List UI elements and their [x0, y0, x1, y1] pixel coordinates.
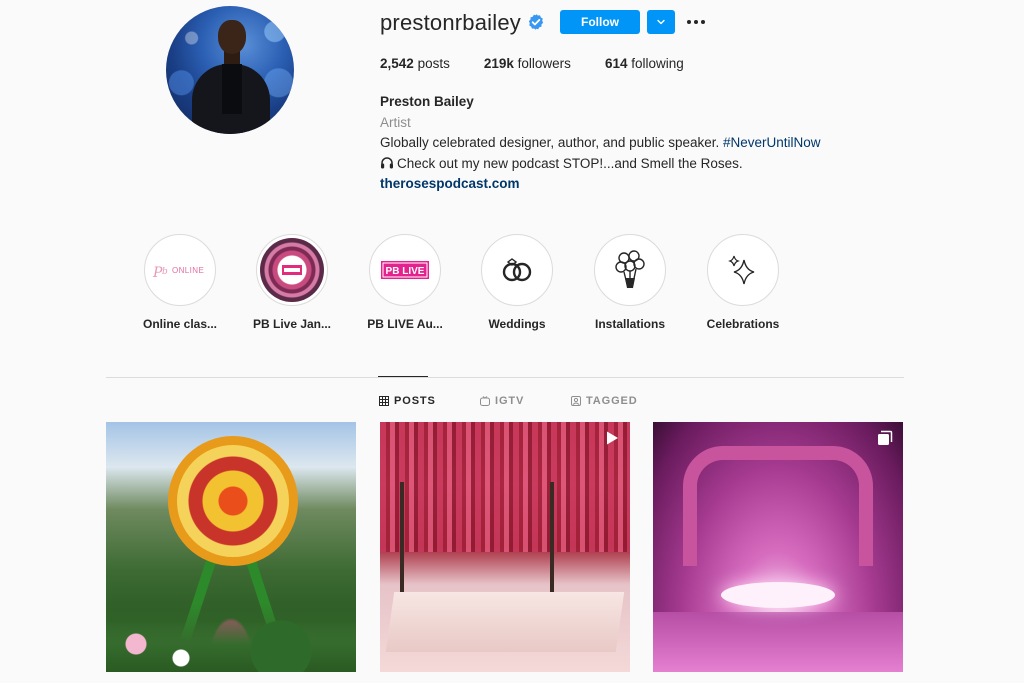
following-stat[interactable]: 614 following	[605, 56, 684, 71]
more-dot-icon	[701, 20, 705, 24]
followers-count: 219k	[483, 56, 514, 71]
igtv-icon	[480, 396, 490, 406]
followers-stat[interactable]: 219k followers	[484, 56, 571, 71]
tab-tagged[interactable]: TAGGED	[571, 395, 638, 407]
highlight-cover: P b ONLINE	[144, 234, 216, 306]
follow-button[interactable]: Follow	[560, 10, 640, 34]
grid-icon	[379, 396, 389, 406]
highlight-cover-inner	[711, 238, 775, 302]
profile-full-name: Preston Bailey	[380, 94, 474, 109]
dance-floor-stage	[721, 582, 835, 608]
highlight-celebrations[interactable]: Celebrations	[703, 234, 783, 331]
pb-live-logo-text: PB LIVE	[386, 266, 425, 277]
post-thumbnail[interactable]	[380, 422, 630, 672]
video-icon	[607, 431, 618, 445]
headphone-icon	[381, 156, 393, 168]
more-dot-icon	[687, 20, 691, 24]
posts-stat: 2,542 posts	[380, 56, 450, 71]
following-label: following	[631, 56, 684, 71]
carousel-icon	[878, 430, 893, 445]
active-tab-indicator	[378, 376, 428, 377]
sparkles-icon	[728, 255, 755, 285]
profile-avatar[interactable]	[166, 6, 294, 134]
profile-bio: Preston Bailey Artist Globally celebrate…	[380, 92, 821, 195]
avatar-person-head	[218, 20, 246, 54]
tab-label: POSTS	[394, 395, 436, 407]
flower-bouquet-icon	[615, 250, 645, 289]
posts-count: 2,542	[380, 56, 414, 71]
bio-hashtag-link[interactable]: #NeverUntilNow	[723, 135, 821, 150]
avatar-person-shirt	[222, 64, 242, 114]
online-classes-logo: P b ONLINE	[148, 238, 212, 302]
more-options-button[interactable]	[684, 12, 708, 32]
highlight-online-classes[interactable]: P b ONLINE Online clas...	[140, 234, 220, 331]
verified-badge-icon	[528, 14, 544, 30]
flower-wreath-image	[260, 238, 324, 302]
bio-line-1: Globally celebrated designer, author, an…	[380, 133, 821, 154]
highlight-label: PB Live Jan...	[252, 317, 332, 331]
online-classes-logo-art: P b ONLINE	[152, 265, 204, 281]
highlight-label: Celebrations	[706, 317, 780, 331]
online-logo-text: ONLINE	[172, 266, 204, 275]
highlight-label: Online clas...	[142, 317, 218, 331]
tab-label: TAGGED	[586, 395, 638, 407]
highlight-weddings[interactable]: Weddings	[477, 234, 557, 331]
svg-text:b: b	[162, 267, 168, 277]
dining-table	[385, 592, 625, 652]
highlight-label: Weddings	[488, 317, 546, 331]
bio-line-2: Check out my new podcast STOP!...and Sme…	[380, 154, 821, 175]
post-thumbnail[interactable]	[106, 422, 356, 672]
chevron-down-icon	[657, 19, 665, 25]
tab-label: IGTV	[495, 395, 525, 407]
followers-label: followers	[517, 56, 571, 71]
highlight-cover-inner	[485, 238, 549, 302]
more-dot-icon	[694, 20, 698, 24]
profile-category: Artist	[380, 114, 411, 130]
bio-podcast-text: Check out my new podcast STOP!...and Sme…	[397, 155, 743, 171]
following-count: 614	[604, 56, 628, 71]
highlight-pb-live-jan[interactable]: PB Live Jan...	[252, 234, 332, 331]
ferris-wheel	[168, 436, 298, 566]
bio-text: Globally celebrated designer, author, an…	[380, 135, 723, 150]
flower-bed	[106, 602, 356, 672]
pb-live-logo-art: PB LIVE	[381, 261, 429, 279]
highlight-installations[interactable]: Installations	[590, 234, 670, 331]
tabs-divider	[106, 377, 904, 378]
pb-live-mini-logo	[282, 265, 302, 275]
ballroom-arch	[683, 446, 873, 566]
post-thumbnail[interactable]	[653, 422, 903, 672]
posts-label: posts	[417, 56, 450, 71]
ballroom-floor	[653, 612, 903, 672]
highlight-pb-live-aug[interactable]: PB LIVE PB LIVE Au...	[365, 234, 445, 331]
highlight-cover	[481, 234, 553, 306]
tagged-icon	[571, 396, 581, 406]
highlight-label: PB LIVE Au...	[367, 317, 443, 331]
highlight-cover	[594, 234, 666, 306]
profile-website-link[interactable]: therosespodcast.com	[380, 176, 520, 191]
floral-ceiling	[380, 422, 630, 552]
wedding-rings-icon	[502, 258, 532, 282]
profile-stats: 2,542 posts 219k followers 614 following	[380, 56, 718, 71]
highlight-label: Installations	[594, 317, 665, 331]
highlight-cover	[707, 234, 779, 306]
highlight-cover-inner	[598, 238, 662, 302]
profile-username: prestonrbailey	[380, 10, 521, 35]
pb-live-logo: PB LIVE	[373, 238, 437, 302]
tab-igtv[interactable]: IGTV	[480, 395, 524, 407]
highlight-cover	[256, 234, 328, 306]
suggested-accounts-button[interactable]	[647, 10, 675, 34]
highlight-cover: PB LIVE	[369, 234, 441, 306]
tab-posts[interactable]: POSTS	[379, 395, 436, 407]
